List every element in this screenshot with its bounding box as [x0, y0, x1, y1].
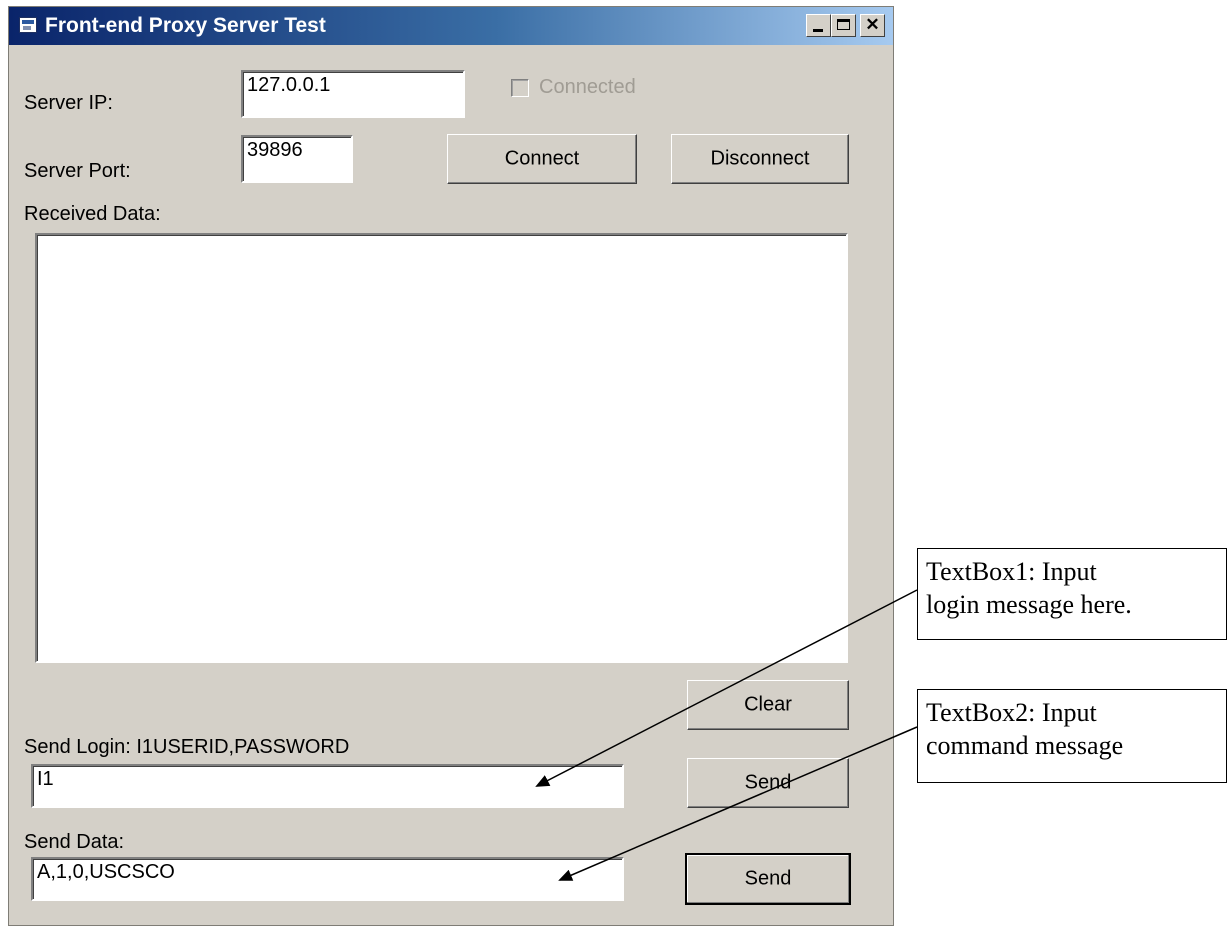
arrow-to-login-input — [535, 589, 918, 787]
arrow-to-data-input — [558, 726, 918, 881]
callout-arrows — [535, 589, 918, 881]
